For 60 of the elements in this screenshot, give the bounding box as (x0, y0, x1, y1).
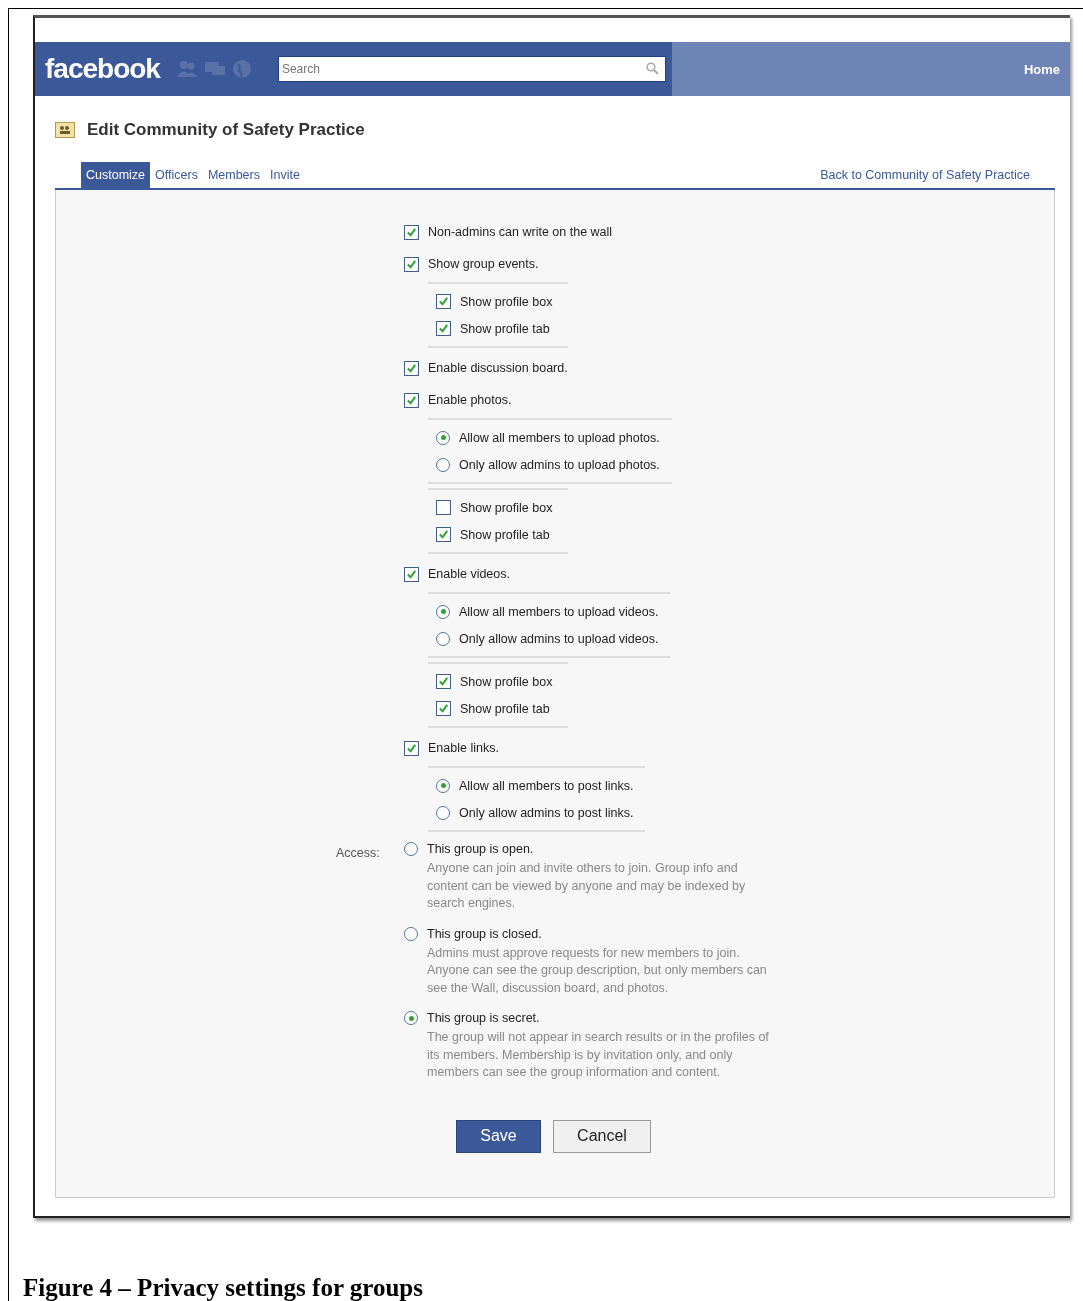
radio-button[interactable] (436, 430, 450, 445)
tab[interactable]: Members (202, 162, 265, 188)
option-label: Enable photos. (428, 393, 512, 407)
checkbox[interactable] (436, 674, 451, 689)
option-label: This group is secret. (427, 1011, 540, 1025)
option-label: Only allow admins to upload photos. (459, 457, 660, 472)
tab[interactable]: Officers (150, 162, 203, 188)
save-button[interactable]: Save (456, 1119, 541, 1153)
search-field[interactable]: Search (277, 56, 666, 82)
checkbox[interactable] (436, 701, 451, 716)
option-label: Show profile tab (460, 321, 550, 336)
option-description: Admins must approve requests for new members to join. Anyone can see the group description, but only members can see the Wall, discussion board, and photos. (427, 944, 768, 997)
checkbox[interactable] (404, 740, 419, 756)
option-label: Show group events. (428, 257, 539, 271)
back-link[interactable]: Back to Community of Safety Practice (820, 162, 1055, 188)
radio-button[interactable] (436, 778, 450, 793)
option-label: Only allow admins to upload videos. (459, 631, 659, 646)
option-label: This group is open. (427, 842, 534, 856)
option-label: Show profile box (460, 500, 553, 515)
option-label: Enable links. (428, 741, 499, 755)
option-label: Show profile tab (460, 527, 550, 542)
tab[interactable]: Customize (81, 162, 151, 188)
checkbox[interactable] (404, 256, 419, 272)
checkbox[interactable] (404, 224, 419, 240)
tab[interactable]: Invite (265, 162, 305, 188)
checkbox[interactable] (436, 321, 451, 336)
checkbox[interactable] (436, 527, 451, 542)
cancel-button[interactable]: Cancel (553, 1119, 651, 1153)
option-label: Allow all members to post links. (459, 778, 634, 793)
radio-button[interactable] (404, 842, 418, 856)
option-description: Anyone can join and invite others to join. Group info and content can be viewed by anyone and may be indexed by search engines. (427, 860, 747, 912)
option-label: Allow all members to upload videos. (459, 604, 659, 619)
checkbox[interactable] (404, 360, 419, 376)
option-label: Show profile box (460, 294, 553, 309)
option-label: Show profile tab (460, 701, 550, 716)
radio-button[interactable] (436, 631, 450, 646)
option-label: This group is closed. (427, 926, 542, 941)
search-icon[interactable] (645, 62, 659, 75)
option-label: Show profile box (460, 674, 553, 689)
checkbox[interactable] (436, 500, 451, 515)
radio-button[interactable] (404, 1011, 418, 1025)
group-icon (55, 122, 75, 138)
option-description: The group will not appear in search results or in the profiles of its members. Membership is by invitation only, and only members can see the group information and content. (427, 1029, 770, 1081)
access-label: Access: (336, 845, 381, 862)
page-title: Edit Community of Safety Practice (87, 120, 365, 140)
checkbox[interactable] (404, 566, 419, 582)
option-label: Only allow admins to post links. (459, 805, 634, 820)
figure-caption: Figure 4 – Privacy settings for groups (23, 1274, 424, 1301)
option-label: Enable discussion board. (428, 361, 568, 375)
radio-button[interactable] (436, 604, 450, 619)
radio-button[interactable] (436, 457, 450, 472)
option-label: Non-admins can write on the wall (428, 225, 613, 239)
nav-link[interactable]: Home (1023, 61, 1060, 77)
option-label: Enable videos. (428, 567, 510, 581)
checkbox[interactable] (404, 392, 419, 408)
logo[interactable]: facebook (45, 53, 160, 85)
radio-button[interactable] (436, 805, 450, 820)
checkbox[interactable] (436, 294, 451, 309)
option-label: Allow all members to upload photos. (459, 430, 660, 445)
radio-button[interactable] (404, 926, 418, 941)
